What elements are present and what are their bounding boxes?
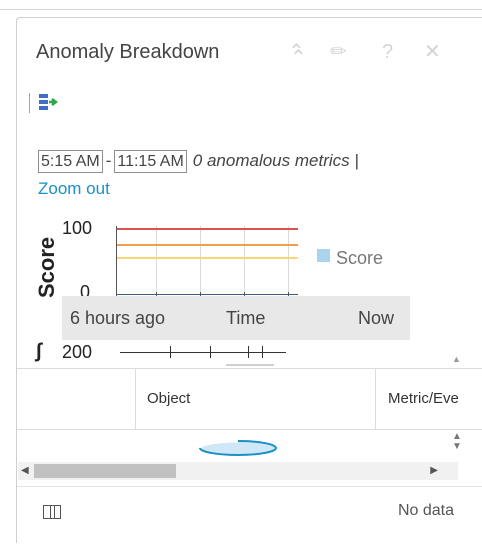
scrollbar-thumb[interactable]	[34, 464, 176, 478]
column-header-object[interactable]: Object	[147, 390, 190, 407]
grid-line	[244, 226, 245, 298]
pencil-icon[interactable]: ✏	[330, 40, 347, 64]
legend-score-swatch	[317, 249, 330, 262]
resize-handle[interactable]	[226, 364, 274, 366]
chart-y-axis-label: Score	[34, 236, 59, 298]
vertical-scroll-spinner[interactable]: ▲ ▼	[452, 432, 462, 452]
mini-tick	[170, 346, 171, 358]
column-separator	[135, 369, 136, 429]
start-time-field[interactable]: 5:15 AM	[38, 150, 103, 173]
y-tick-100: 100	[62, 218, 93, 238]
horizontal-scrollbar[interactable]: ◀ ▶	[18, 462, 458, 480]
x-axis-label: Time	[226, 308, 266, 328]
scroll-up-arrow[interactable]: ▲	[452, 354, 461, 364]
no-data-status: No data	[397, 502, 454, 519]
column-separator	[375, 369, 376, 429]
mini-tick	[248, 346, 249, 358]
scroll-right-arrow[interactable]: ▶	[430, 465, 438, 476]
x-end-label: Now	[358, 308, 395, 328]
x-start-label: 6 hours ago	[70, 308, 166, 328]
y-axis	[116, 226, 117, 298]
column-header-metric[interactable]: Metric/Eve	[388, 390, 459, 407]
widget-title: Anomaly Breakdown	[36, 41, 220, 63]
grid-line	[288, 226, 289, 298]
export-icon[interactable]	[38, 92, 60, 114]
loading-spinner-icon	[198, 439, 277, 456]
end-time-field[interactable]: 11:15 AM	[114, 150, 187, 173]
zoom-out-link[interactable]: Zoom out	[38, 179, 110, 199]
help-icon[interactable]: ?	[382, 40, 393, 64]
threshold-info-line	[116, 257, 298, 259]
mini-y-tick: 200	[62, 342, 93, 362]
columns-icon[interactable]	[43, 505, 61, 519]
grid-header: Object Metric/Eve	[17, 368, 482, 430]
mini-chart-label-fragment: ∫	[36, 340, 42, 362]
close-icon[interactable]: ✕	[424, 40, 441, 64]
grid-footer: No data	[17, 486, 482, 537]
grid-line	[156, 226, 157, 298]
anomalous-metrics-count: 0 anomalous metrics |	[192, 151, 359, 170]
double-chevron-up-icon-lower: ⌃	[290, 47, 307, 69]
toolbar-separator	[29, 93, 30, 113]
time-axis-bar: 6 hours ago Time Now	[62, 296, 410, 340]
scroll-left-arrow[interactable]: ◀	[21, 465, 29, 476]
score-chart-plot[interactable]	[116, 226, 298, 298]
grid-line	[200, 226, 201, 298]
legend-score-label[interactable]: Score	[336, 248, 383, 269]
threshold-warning-line	[116, 244, 298, 246]
mini-tick	[210, 346, 211, 358]
time-separator: -	[105, 151, 112, 170]
mini-tick	[262, 346, 263, 358]
top-divider	[0, 9, 482, 10]
threshold-critical-line	[116, 228, 298, 230]
x-axis	[116, 294, 298, 295]
time-range-bar: 5:15 AM -11:15 AM 0 anomalous metrics |	[38, 150, 478, 173]
